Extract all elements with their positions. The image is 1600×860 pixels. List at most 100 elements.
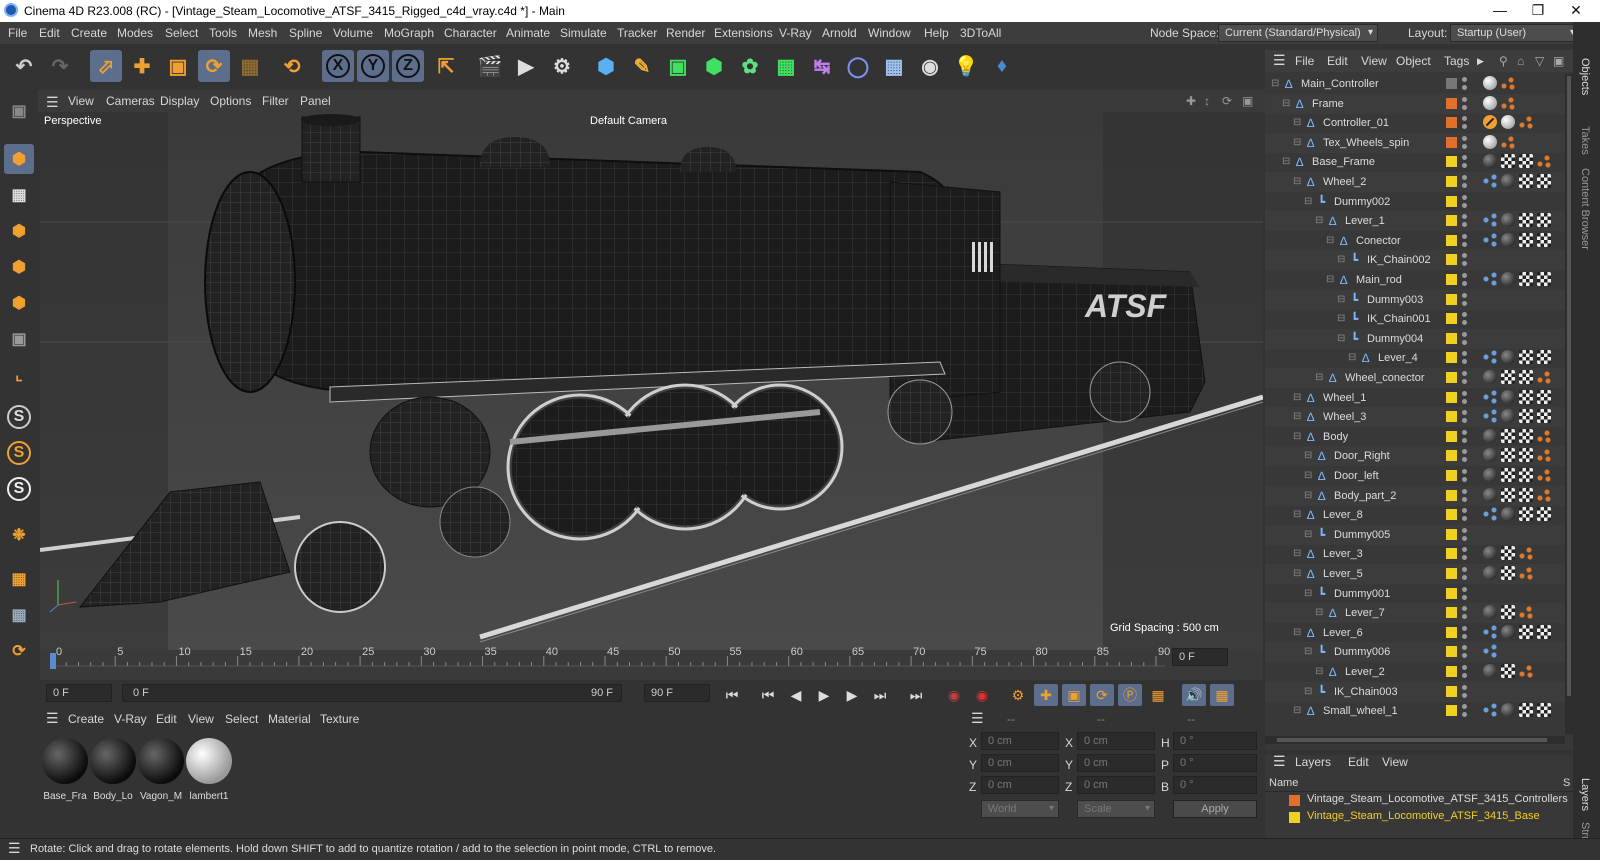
layer-color-swatch[interactable] [1446,528,1457,540]
dots3-tag-icon[interactable] [1537,448,1551,463]
object-row[interactable]: ⊟ ┗ Dummy002 [1265,192,1573,212]
expand-toggle-icon[interactable]: ⊟ [1271,78,1279,89]
visibility-dots-icon[interactable] [1462,606,1467,620]
objects-more-icon[interactable]: ▶ [1477,56,1484,67]
visibility-dots-icon[interactable] [1462,175,1467,188]
checker-tag-icon[interactable] [1501,468,1515,482]
sphere-tag-icon[interactable] [1501,232,1515,247]
checker-tag-icon[interactable] [1519,448,1533,463]
layer-color-swatch[interactable] [1446,117,1457,129]
visibility-dots-icon[interactable] [1462,567,1467,580]
object-name[interactable]: Lever_1 [1345,215,1385,227]
objects-new-window-icon[interactable]: ▣ [1553,54,1564,68]
visibility-dots-icon[interactable] [1462,488,1467,502]
checker-tag-icon[interactable] [1537,409,1551,424]
visibility-dots-icon[interactable] [1462,292,1467,306]
undo-icon[interactable]: ↶ [8,50,40,82]
object-row[interactable]: ⊟ ┗ IK_Chain001 [1265,309,1573,329]
viewport-hamburger-icon[interactable]: ☰ [46,94,59,111]
scale-icon[interactable]: ▣ [162,50,194,82]
dots3-tag-icon[interactable] [1537,487,1551,502]
object-name[interactable]: Wheel_conector [1345,372,1425,384]
checker-tag-icon[interactable] [1501,370,1515,384]
expand-toggle-icon[interactable]: ⊟ [1315,372,1323,383]
object-row[interactable]: ⊟ ∆ Wheel_2 [1265,172,1573,192]
layer-color-swatch[interactable] [1446,607,1457,619]
volume-icon[interactable]: ▦ [770,50,802,82]
dots3-tag-icon[interactable] [1537,428,1551,443]
expand-toggle-icon[interactable]: ⊟ [1293,705,1301,716]
workplane-icon[interactable]: ▦ [4,564,34,594]
layer-name[interactable]: Vintage_Steam_Locomotive_ATSF_3415_Contr… [1307,793,1568,805]
objects-menu-file[interactable]: File [1295,54,1314,68]
visibility-dots-icon[interactable] [1462,331,1467,345]
layer-color-swatch[interactable] [1446,97,1457,109]
dots3-tag-icon[interactable] [1519,664,1533,678]
sphere-tag-icon[interactable] [1483,487,1497,502]
expand-toggle-icon[interactable]: ⊟ [1293,392,1301,403]
tab-objects[interactable]: Objects [1579,58,1591,95]
expand-toggle-icon[interactable]: ⊟ [1293,568,1301,579]
viewport-menu-options[interactable]: Options [210,94,251,108]
uv-mode-icon[interactable]: ▣ [4,324,34,354]
expand-toggle-icon[interactable]: ⊟ [1293,431,1301,442]
layer-color-swatch[interactable] [1446,372,1457,383]
record-disabled-icon[interactable]: ◉ [942,684,966,706]
ikdot-tag-icon[interactable] [1483,389,1497,404]
objects-menu-object[interactable]: Object [1396,54,1431,68]
object-name[interactable]: Frame [1312,98,1344,110]
checker-tag-icon[interactable] [1519,370,1533,384]
material-menu-edit[interactable]: Edit [156,712,177,726]
pen-spline-icon[interactable]: ✎ [626,50,658,82]
expand-toggle-icon[interactable]: ⊟ [1304,588,1312,599]
checker-tag-icon[interactable] [1519,428,1533,443]
object-tree[interactable]: ⊟ ∆ Main_Controller ⊟ ∆ Frame ⊟ ∆ Controller_01 ⊟… [1265,74,1573,734]
dots3-tag-icon[interactable] [1519,546,1533,561]
y-axis-button[interactable]: Y [357,50,389,82]
layer-color-swatch[interactable] [1446,274,1457,285]
visibility-dots-icon[interactable] [1462,704,1467,718]
viewport-menu-cameras[interactable]: Cameras [106,94,155,108]
rotation-b-field[interactable]: 0 ° [1173,776,1257,794]
checker-tag-icon[interactable] [1537,213,1551,228]
checker-tag-icon[interactable] [1519,213,1533,228]
expand-toggle-icon[interactable]: ⊟ [1293,117,1301,128]
material-hamburger-icon[interactable]: ☰ [46,710,59,727]
dots3-tag-icon[interactable] [1537,154,1551,169]
coordinate-space-dropdown[interactable]: World [981,800,1059,818]
expand-toggle-icon[interactable]: ⊟ [1282,98,1290,109]
ikdot-tag-icon[interactable] [1483,174,1497,188]
object-name[interactable]: IK_Chain002 [1367,254,1431,266]
sphere-tag-icon[interactable] [1483,605,1497,620]
object-row[interactable]: ⊟ ∆ Conector [1265,231,1573,251]
ikdot-tag-icon[interactable] [1483,624,1497,639]
expand-toggle-icon[interactable]: ⊟ [1337,313,1345,324]
previous-frame-icon[interactable]: ◀ [784,684,808,706]
viewport-zoom-icon[interactable]: ↕ [1204,94,1210,108]
objects-filter-icon[interactable]: ▽ [1535,54,1544,68]
object-name[interactable]: Lever_7 [1345,607,1385,619]
checker-tag-icon[interactable] [1537,350,1551,365]
maximize-button[interactable]: ❐ [1518,2,1558,19]
layers-hamburger-icon[interactable]: ☰ [1273,753,1286,770]
object-horizontal-scrollbar[interactable] [1265,736,1565,744]
sphere-tag-icon[interactable] [1483,428,1497,443]
layer-color-swatch[interactable] [1446,234,1457,246]
autokey-icon[interactable]: ◉ [970,684,994,706]
range-slider[interactable]: 0 F 90 F [122,684,622,702]
material-swatch[interactable]: Base_Fra [42,738,88,802]
object-row[interactable]: ⊟ ∆ Lever_4 [1265,348,1573,368]
viewport-maximize-icon[interactable]: ▣ [1242,94,1253,108]
object-name[interactable]: Main_Controller [1301,78,1379,90]
object-name[interactable]: Base_Frame [1312,156,1375,168]
solo-hierarchy-icon[interactable]: S [4,438,34,468]
coordinate-mode-dropdown[interactable]: Scale [1077,800,1155,818]
layer-color-swatch[interactable] [1446,313,1457,325]
sphere-tag-icon[interactable] [1501,703,1515,718]
field-icon[interactable]: ◯ [842,50,874,82]
layers-menu-layers[interactable]: Layers [1295,755,1331,769]
checker-tag-icon[interactable] [1537,507,1551,522]
object-name[interactable]: Main_rod [1356,274,1402,286]
camera-icon[interactable]: ◉ [914,50,946,82]
object-row[interactable]: ⊟ ∆ Lever_5 [1265,564,1573,584]
